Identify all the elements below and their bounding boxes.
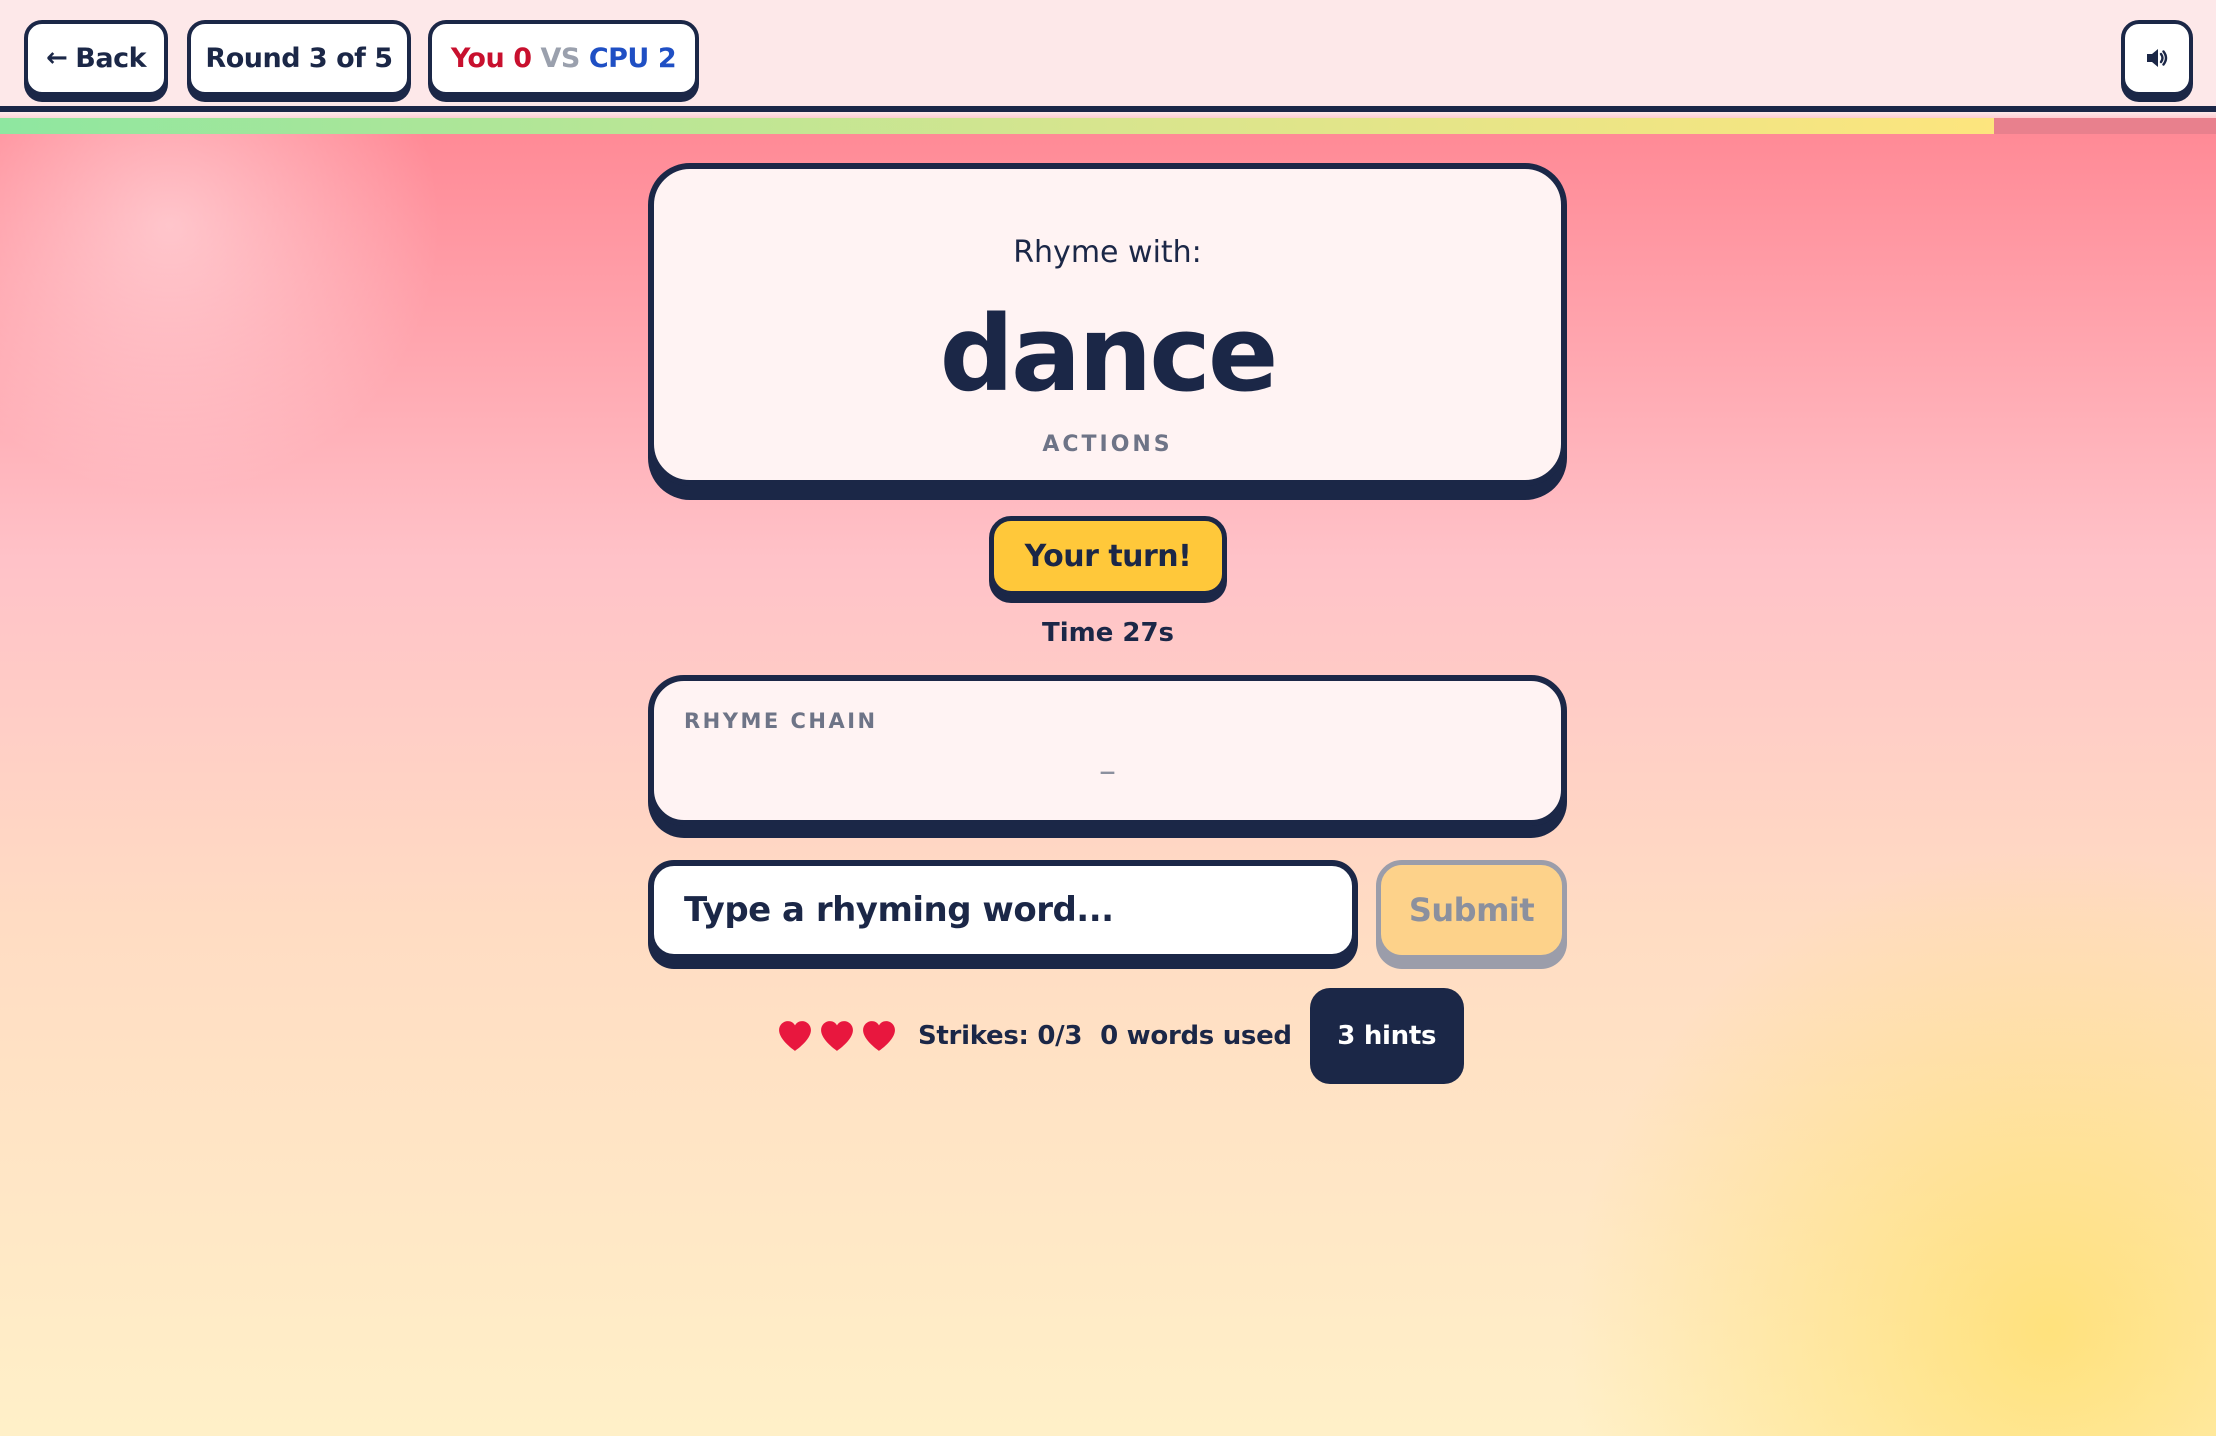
cpu-score: 2 [657, 42, 677, 74]
round-progress-bar [0, 118, 2216, 134]
scoreboard: You 0 VS CPU 2 [428, 20, 699, 96]
back-button[interactable]: ← Back [24, 20, 168, 96]
word-category: ACTIONS [1042, 432, 1173, 457]
target-word: dance [939, 293, 1279, 415]
submit-button[interactable]: Submit [1376, 860, 1567, 960]
heart-icon [863, 1021, 895, 1051]
arrow-left-icon: ← [45, 43, 68, 73]
lives-indicator [778, 1020, 904, 1052]
back-label: Back [75, 42, 147, 74]
rhyme-chain-empty: – [1099, 751, 1116, 791]
rhyme-chain-panel: RHYME CHAIN – [648, 675, 1567, 826]
heart-icon [821, 1021, 853, 1051]
rhyme-word-input[interactable] [648, 860, 1358, 960]
prompt-instruction: Rhyme with: [1013, 235, 1202, 270]
prompt-card: Rhyme with: dance ACTIONS [648, 163, 1567, 486]
heart-icon [779, 1021, 811, 1051]
turn-badge: Your turn! [989, 516, 1227, 596]
words-used-counter: 0 words used [1100, 1021, 1292, 1051]
vs-label: VS [540, 42, 580, 74]
sound-toggle-button[interactable] [2121, 20, 2193, 96]
you-label: You [450, 42, 505, 74]
round-progress-fill [0, 118, 1995, 134]
turn-timer: Time 27s [1041, 618, 1175, 648]
rhyme-chain-label: RHYME CHAIN [684, 709, 878, 733]
speaker-icon [2147, 49, 2168, 67]
round-indicator: Round 3 of 5 [187, 20, 411, 96]
status-row: Strikes: 0/3 0 words used 3 hints [778, 988, 1464, 1084]
cpu-label: CPU [588, 42, 650, 74]
top-bar: ← Back Round 3 of 5 You 0 VS CPU 2 [0, 0, 2216, 112]
you-score: 0 [513, 42, 532, 74]
strikes-counter: Strikes: 0/3 [918, 1021, 1083, 1051]
round-label: Round 3 of 5 [205, 42, 393, 74]
hints-button[interactable]: 3 hints [1309, 988, 1464, 1084]
